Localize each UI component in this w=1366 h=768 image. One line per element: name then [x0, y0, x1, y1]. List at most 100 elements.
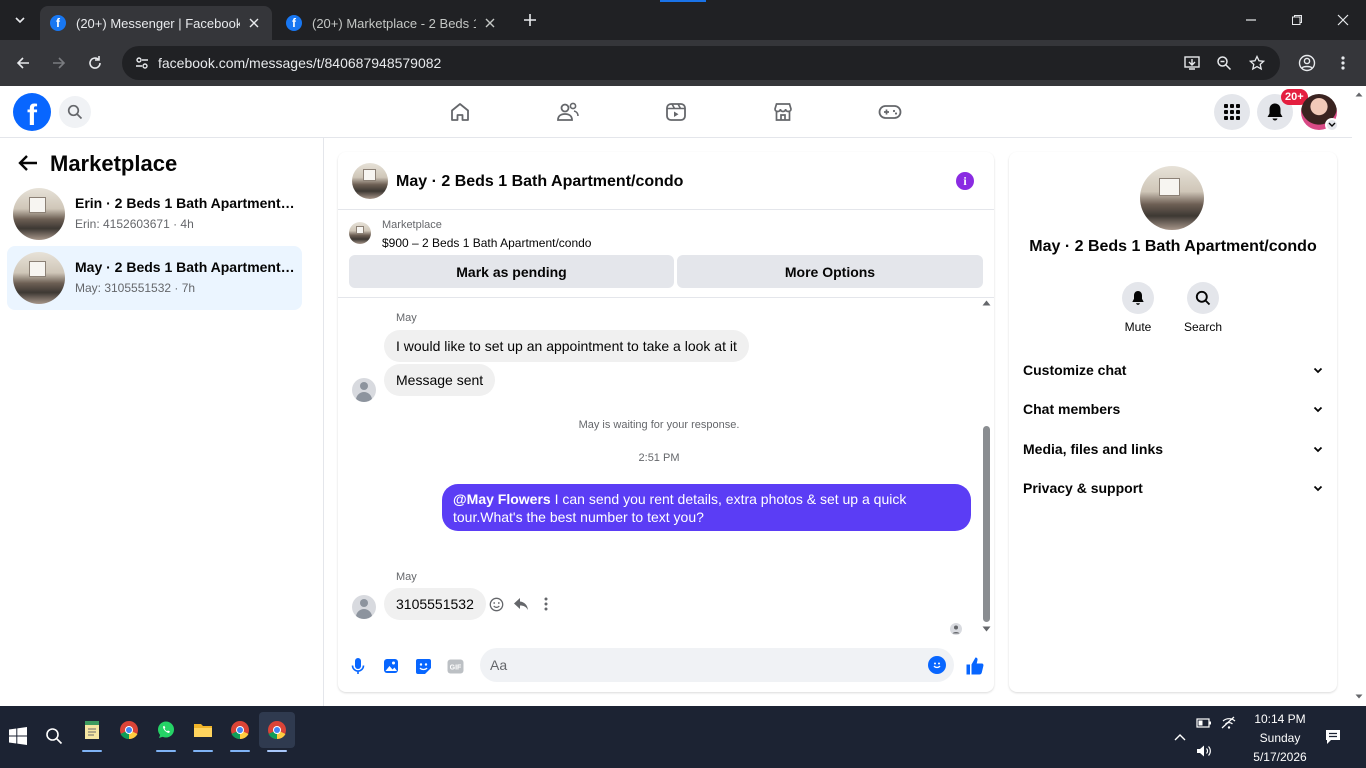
zoom-icon[interactable] — [1212, 51, 1236, 75]
browser-tab-bar: f (20+) Messenger | Facebook f (20+) Mar… — [0, 0, 1366, 40]
info-icon[interactable]: i — [956, 172, 974, 190]
forward-arrow-icon[interactable] — [47, 51, 71, 75]
scroll-thumb[interactable] — [983, 426, 990, 622]
menu-grid-button[interactable] — [1214, 94, 1250, 130]
tab-search-chevron-icon[interactable] — [8, 8, 32, 32]
listing-thumbnail[interactable] — [1140, 166, 1204, 230]
home-icon[interactable] — [447, 99, 473, 125]
message-input[interactable]: Aa — [480, 648, 954, 682]
chrome-app-icon[interactable] — [222, 712, 258, 748]
file-explorer-icon[interactable] — [185, 712, 221, 748]
windows-start-icon[interactable] — [0, 718, 36, 754]
url-text[interactable]: facebook.com/messages/t/840687948579082 — [158, 55, 441, 71]
search-icon — [67, 104, 83, 120]
facebook-logo-icon[interactable]: f — [13, 93, 51, 131]
waiting-status-text: May is waiting for your response. — [578, 419, 740, 431]
tab-messenger[interactable]: f (20+) Messenger | Facebook — [40, 6, 272, 40]
marketplace-icon[interactable] — [770, 99, 796, 125]
system-clock[interactable]: 10:14 PM Sunday 5/17/2026 — [1236, 710, 1324, 767]
address-bar[interactable]: facebook.com/messages/t/840687948579082 — [122, 46, 1280, 80]
outgoing-message[interactable]: @May Flowers I can send you rent details… — [442, 484, 971, 531]
chrome-app-icon-active[interactable] — [259, 712, 295, 748]
more-options-button[interactable]: More Options — [677, 255, 983, 288]
emoji-icon[interactable] — [928, 656, 946, 674]
privacy-support-section[interactable]: Privacy & support — [1023, 478, 1323, 498]
back-arrow-icon[interactable] — [14, 150, 42, 176]
friends-icon[interactable] — [555, 99, 581, 125]
restore-icon[interactable] — [1274, 0, 1320, 40]
volume-icon[interactable] — [1193, 740, 1215, 762]
chat-scrollbar[interactable] — [980, 298, 992, 638]
sender-avatar[interactable] — [352, 595, 376, 619]
whatsapp-app-icon[interactable] — [148, 712, 184, 748]
notepad-app-icon[interactable] — [74, 712, 110, 748]
sender-name: May — [396, 312, 417, 324]
chat-pane: May · 2 Beds 1 Bath Apartment/condo i Ma… — [338, 152, 994, 692]
bell-icon — [1132, 291, 1144, 305]
conversation-item-may[interactable]: May · 2 Beds 1 Bath Apartment/condo May:… — [7, 246, 302, 310]
tab-marketplace[interactable]: f (20+) Marketplace - 2 Beds 1 Bath Apar… — [276, 6, 508, 40]
running-indicator — [193, 750, 213, 752]
browser-toolbar: facebook.com/messages/t/840687948579082 — [0, 40, 1366, 86]
reload-icon[interactable] — [83, 51, 107, 75]
clock-date: 5/17/2026 — [1253, 750, 1307, 764]
listing-thumbnail[interactable] — [349, 222, 371, 244]
page-scrollbar[interactable] — [1352, 86, 1366, 706]
more-actions-icon[interactable] — [537, 595, 555, 613]
video-icon[interactable] — [663, 99, 689, 125]
active-indicator — [267, 750, 287, 752]
search-icon[interactable] — [36, 718, 72, 754]
close-tab-icon[interactable] — [246, 15, 262, 31]
mark-as-pending-button[interactable]: Mark as pending — [349, 255, 674, 288]
battery-icon[interactable] — [1193, 712, 1215, 734]
sticker-icon[interactable] — [412, 655, 434, 677]
conversation-name: Erin · 2 Beds 1 Bath Apartment/condo — [75, 195, 295, 211]
conversation-item-erin[interactable]: Erin · 2 Beds 1 Bath Apartment/condo Eri… — [7, 182, 302, 246]
chevron-up-icon[interactable] — [1169, 726, 1191, 748]
listing-thumbnail — [13, 252, 65, 304]
microphone-icon[interactable] — [347, 655, 369, 677]
scroll-up-icon[interactable] — [1355, 92, 1363, 97]
conversation-info-pane: May · 2 Beds 1 Bath Apartment/condo Mute… — [1009, 152, 1337, 692]
seen-indicator-icon — [950, 622, 962, 635]
photo-icon[interactable] — [380, 655, 402, 677]
react-emoji-icon[interactable] — [487, 595, 505, 613]
close-window-icon[interactable] — [1320, 0, 1366, 40]
gaming-icon[interactable] — [877, 99, 903, 125]
chat-title[interactable]: May · 2 Beds 1 Bath Apartment/condo — [396, 173, 683, 191]
scroll-down-icon[interactable] — [982, 626, 991, 632]
chat-members-section[interactable]: Chat members — [1023, 399, 1323, 419]
listing-title[interactable]: $900 – 2 Beds 1 Bath Apartment/condo — [382, 236, 591, 250]
scroll-up-icon[interactable] — [982, 300, 991, 306]
customize-chat-section[interactable]: Customize chat — [1023, 360, 1323, 380]
incoming-message[interactable]: 3105551532 — [384, 588, 486, 620]
site-info-icon[interactable] — [130, 51, 154, 75]
minimize-icon[interactable] — [1228, 0, 1274, 40]
incoming-message[interactable]: I would like to set up an appointment to… — [384, 330, 749, 362]
sender-avatar[interactable] — [352, 378, 376, 402]
chrome-app-icon[interactable] — [111, 712, 147, 748]
close-tab-icon[interactable] — [482, 15, 498, 31]
mute-button[interactable]: Mute — [1108, 282, 1168, 334]
media-files-links-section[interactable]: Media, files and links — [1023, 439, 1323, 459]
incoming-message[interactable]: Message sent — [384, 364, 496, 396]
reply-icon[interactable] — [512, 595, 530, 613]
browser-menu-icon[interactable] — [1331, 51, 1355, 75]
install-app-icon[interactable] — [1180, 51, 1204, 75]
new-tab-icon[interactable] — [518, 8, 542, 32]
bell-icon — [1267, 103, 1283, 121]
gif-icon[interactable]: GIF — [444, 655, 466, 677]
mention[interactable]: @May Flowers — [453, 491, 551, 507]
notification-center-icon[interactable] — [1322, 726, 1344, 748]
search-label: Search — [1183, 320, 1223, 334]
search-in-conversation-button[interactable]: Search — [1173, 282, 1233, 334]
back-arrow-icon[interactable] — [11, 51, 35, 75]
chevron-down-icon[interactable] — [1325, 118, 1339, 132]
profile-icon[interactable] — [1295, 51, 1319, 75]
chat-thumbnail[interactable] — [352, 163, 388, 199]
bookmark-star-icon[interactable] — [1245, 51, 1269, 75]
chevron-down-icon — [1313, 485, 1323, 491]
thumbs-up-icon[interactable] — [964, 655, 986, 677]
scroll-down-icon[interactable] — [1355, 694, 1363, 699]
facebook-search-button[interactable] — [59, 96, 91, 128]
